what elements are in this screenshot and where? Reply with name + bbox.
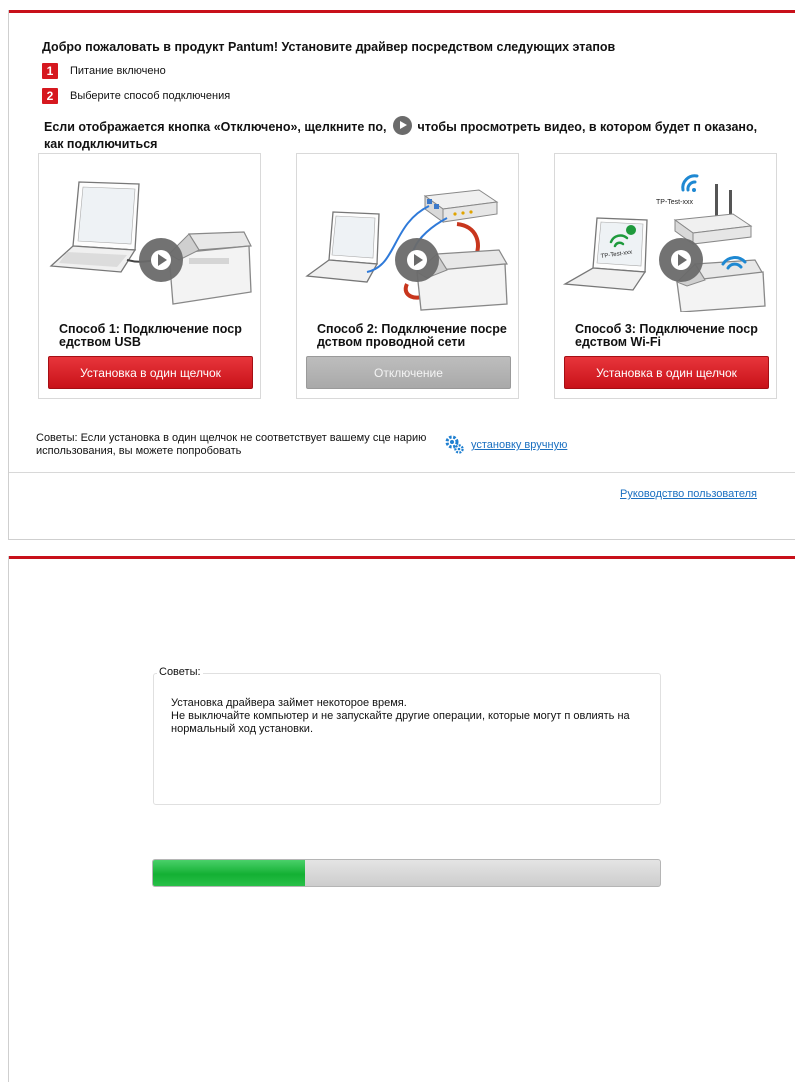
installer-panel: Добро пожаловать в продукт Pantum! Устан… (8, 10, 795, 540)
router-ssid-label: TP-Test-xxx (656, 199, 693, 206)
method-caption: Способ 1: Подключение поср едством USB (59, 322, 242, 349)
tips-groupbox: Советы: Установка драйвера займет некото… (153, 666, 661, 805)
gear-icon (445, 435, 464, 454)
manual-install: установку вручную (445, 435, 567, 455)
usb-connection-illustration (49, 181, 252, 305)
play-icon (392, 116, 412, 135)
step-1: 1 Питание включено (42, 63, 166, 79)
tips-body: Установка драйвера займет некоторое врем… (171, 697, 651, 736)
tips-legend: Советы: (157, 666, 203, 678)
method-card-wired: Способ 2: Подключение посре дством прово… (296, 153, 519, 399)
check-icon (626, 225, 636, 235)
user-guide-link[interactable]: Руководство пользователя (620, 488, 757, 500)
video-instruction: Если отображается кнопка «Отключено», ще… (44, 116, 764, 151)
method-caption: Способ 2: Подключение посре дством прово… (317, 322, 507, 349)
method-card-usb: Способ 1: Подключение поср едством USB У… (38, 153, 261, 399)
step-label: Питание включено (70, 65, 166, 77)
router-icon (423, 189, 499, 223)
one-click-install-button-wifi[interactable]: Установка в один щелчок (564, 356, 769, 389)
welcome-title: Добро пожаловать в продукт Pantum! Устан… (42, 40, 616, 54)
progress-fill (153, 860, 306, 886)
video-play-icon[interactable] (395, 238, 439, 282)
manual-install-link[interactable]: установку вручную (471, 439, 567, 451)
progress-panel: Советы: Установка драйвера займет некото… (8, 556, 795, 1082)
step-label: Выберите способ подключения (70, 90, 231, 102)
install-progress-bar (152, 859, 661, 887)
divider (9, 472, 795, 473)
header-accent-line (9, 10, 795, 13)
laptop-icon (49, 181, 140, 273)
tips-line: Не выключайте компьютер и не запускайте … (171, 710, 630, 735)
wired-connection-illustration (305, 189, 508, 311)
method-card-wifi: TP-Test-xxx TP-Test-xxx Способ 3: Подклю… (554, 153, 777, 399)
video-play-icon[interactable] (659, 238, 703, 282)
header-accent-line (9, 556, 795, 559)
wifi-signal-icon (681, 174, 699, 192)
one-click-install-button-usb[interactable]: Установка в один щелчок (48, 356, 253, 389)
method-caption: Способ 3: Подключение поср едством Wi-Fi (575, 322, 758, 349)
wifi-router-icon (673, 184, 753, 245)
step-number-badge: 1 (42, 63, 58, 79)
step-2: 2 Выберите способ подключения (42, 88, 230, 104)
video-play-icon[interactable] (139, 238, 183, 282)
tips-text: Советы: Если установка в один щелчок не … (36, 432, 427, 457)
tips-line: Установка драйвера займет некоторое врем… (171, 697, 407, 709)
disabled-connection-button[interactable]: Отключение (306, 356, 511, 389)
instruction-text-start: Если отображается кнопка «Отключено», ще… (44, 119, 387, 134)
wifi-connection-illustration: TP-Test-xxx TP-Test-xxx (562, 174, 766, 312)
step-number-badge: 2 (42, 88, 58, 104)
